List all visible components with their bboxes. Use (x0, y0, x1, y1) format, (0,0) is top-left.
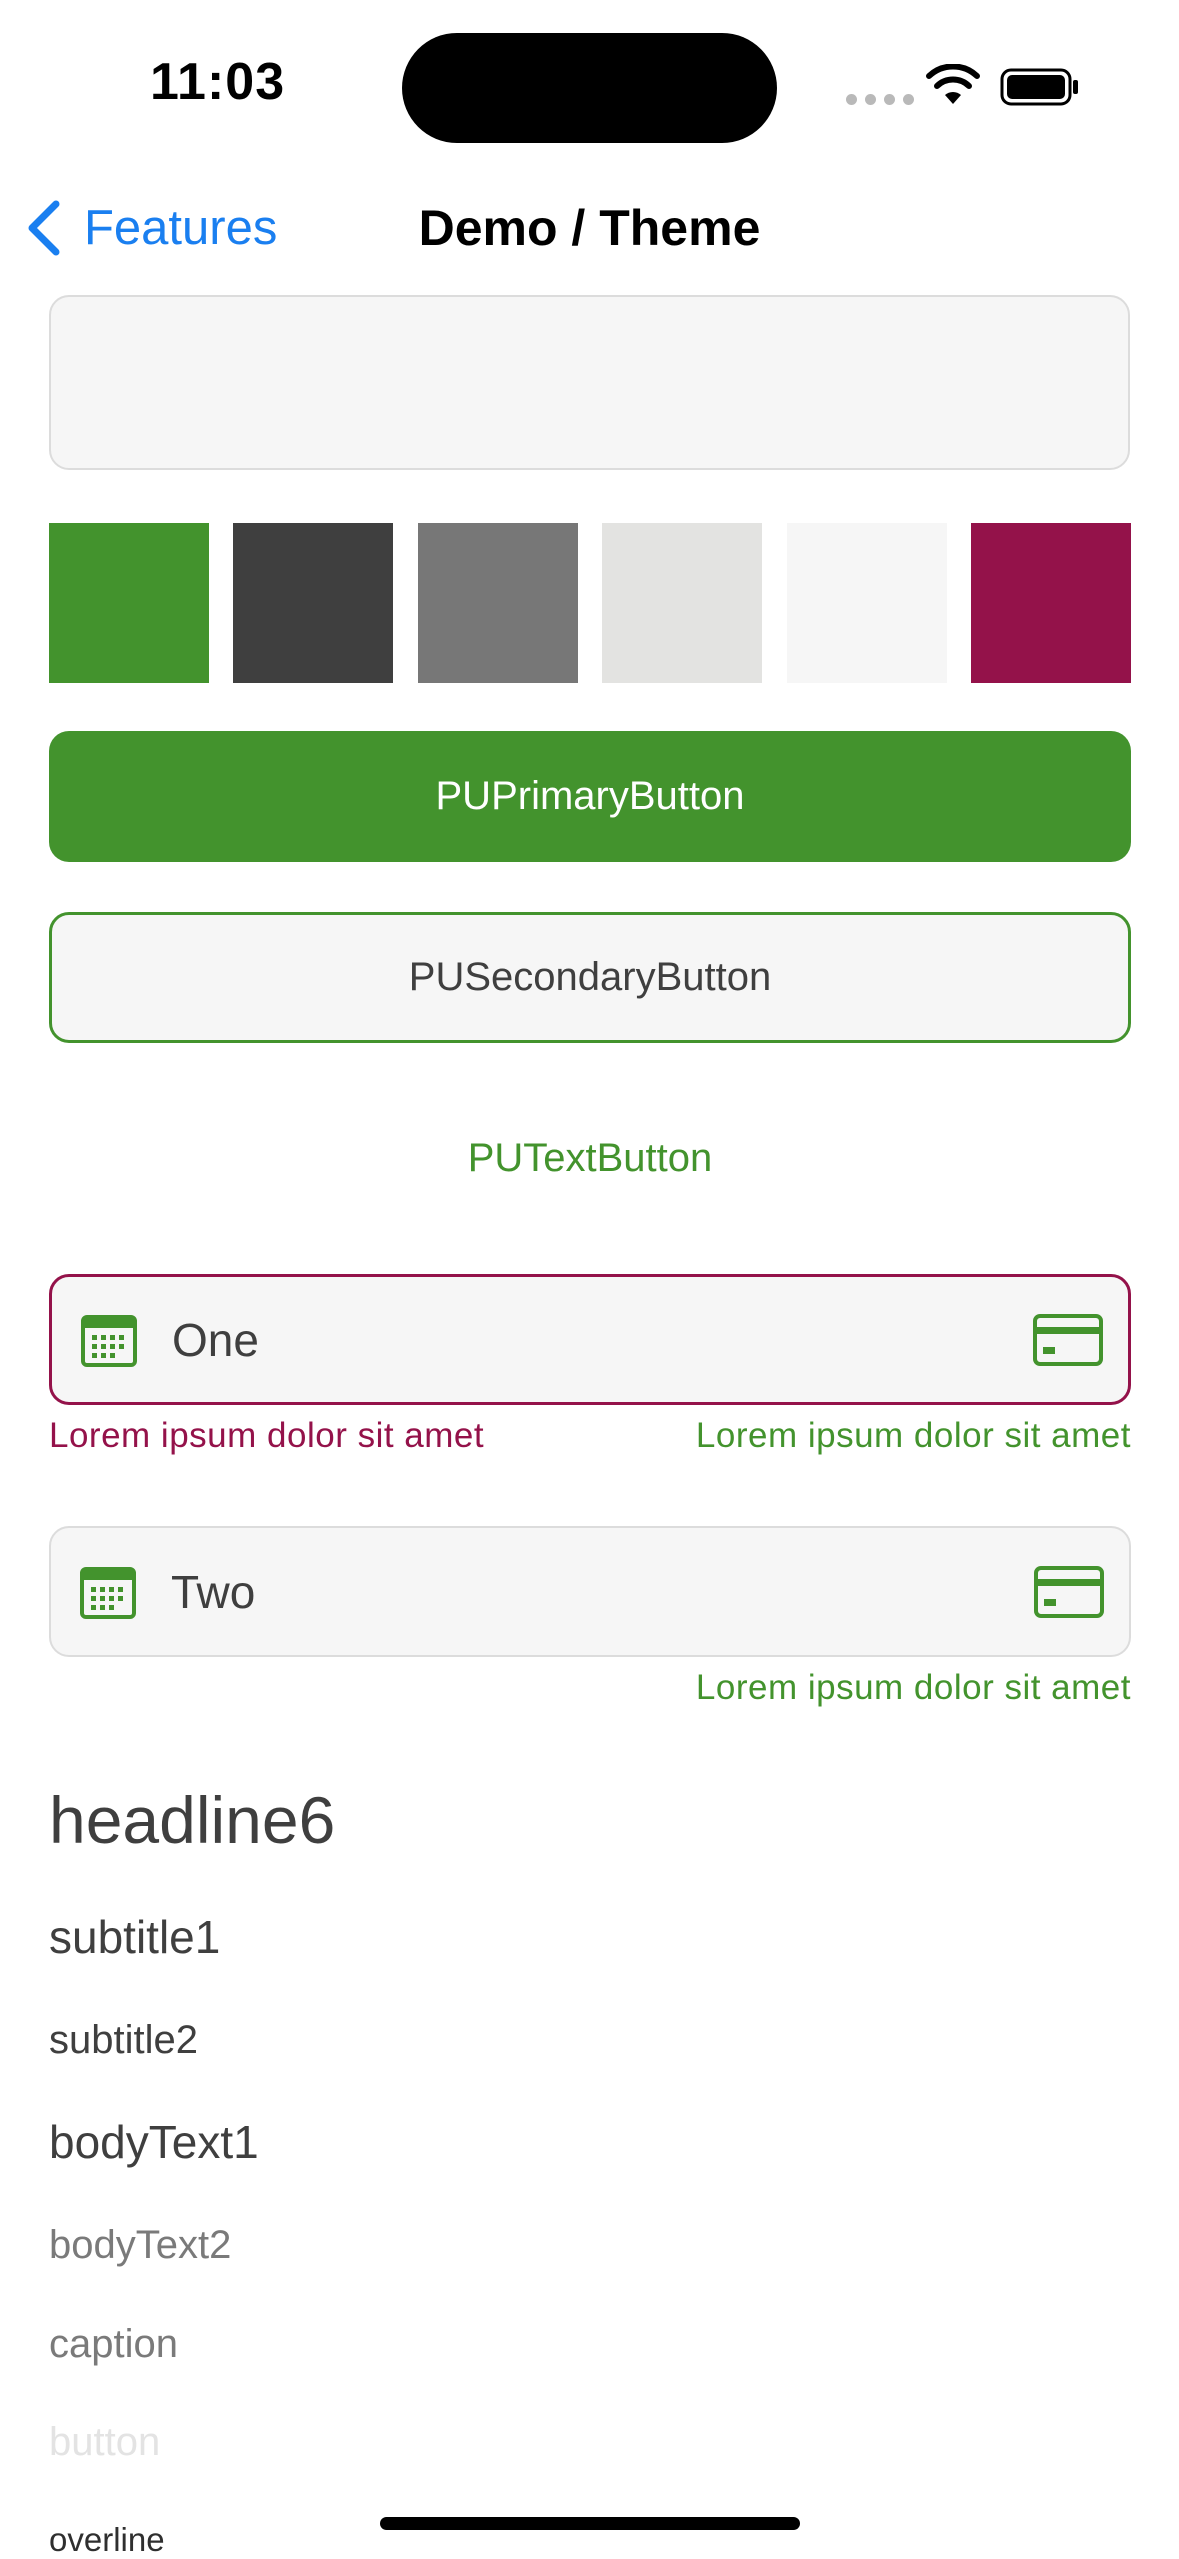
button-sample: button (49, 2420, 161, 2464)
bodytext2-sample: bodyText2 (49, 2223, 232, 2267)
bodytext1-sample: bodyText1 (49, 2116, 259, 2168)
swatch-medium (417, 523, 578, 683)
back-button-label: Features (84, 201, 278, 255)
field-one-helper-text: Lorem ipsum dolor sit amet (695, 1416, 1131, 1455)
swatch-error (970, 523, 1131, 683)
swatch-lightest (786, 523, 947, 683)
dynamic-island (402, 33, 777, 143)
home-indicator[interactable] (380, 2517, 800, 2530)
text-field-one[interactable]: One (49, 1274, 1131, 1405)
battery-icon (1000, 68, 1078, 106)
secondary-button[interactable]: PUSecondaryButton (49, 912, 1131, 1043)
credit-card-icon[interactable] (1033, 1565, 1105, 1619)
back-button[interactable]: Features (24, 196, 277, 260)
text-field-one-value: One (172, 1313, 259, 1366)
credit-card-icon[interactable] (1032, 1313, 1104, 1367)
wifi-icon (926, 64, 980, 104)
empty-card (49, 295, 1130, 470)
text-field-two-value: Two (171, 1565, 256, 1618)
field-two-helper-text: Lorem ipsum dolor sit amet (695, 1668, 1131, 1707)
swatch-primary (49, 523, 209, 683)
swatch-light (602, 523, 763, 683)
calendar-icon[interactable] (79, 1563, 137, 1621)
primary-button[interactable]: PUPrimaryButton (49, 731, 1131, 862)
color-swatches (49, 523, 1131, 683)
status-time: 11:03 (150, 53, 286, 111)
field-one-error-text: Lorem ipsum dolor sit amet (49, 1416, 485, 1455)
text-button[interactable]: PUTextButton (49, 1093, 1131, 1224)
calendar-icon[interactable] (80, 1311, 138, 1369)
text-field-two[interactable]: Two (49, 1526, 1131, 1657)
cellular-signal-icon (846, 94, 914, 105)
subtitle2-sample: subtitle2 (49, 2018, 198, 2062)
overline-sample: overline (49, 2521, 165, 2558)
headline6-sample: headline6 (49, 1783, 336, 1857)
caption-sample: caption (49, 2322, 178, 2366)
swatch-dark (233, 523, 394, 683)
subtitle1-sample: subtitle1 (49, 1911, 221, 1963)
chevron-left-icon (28, 200, 60, 256)
